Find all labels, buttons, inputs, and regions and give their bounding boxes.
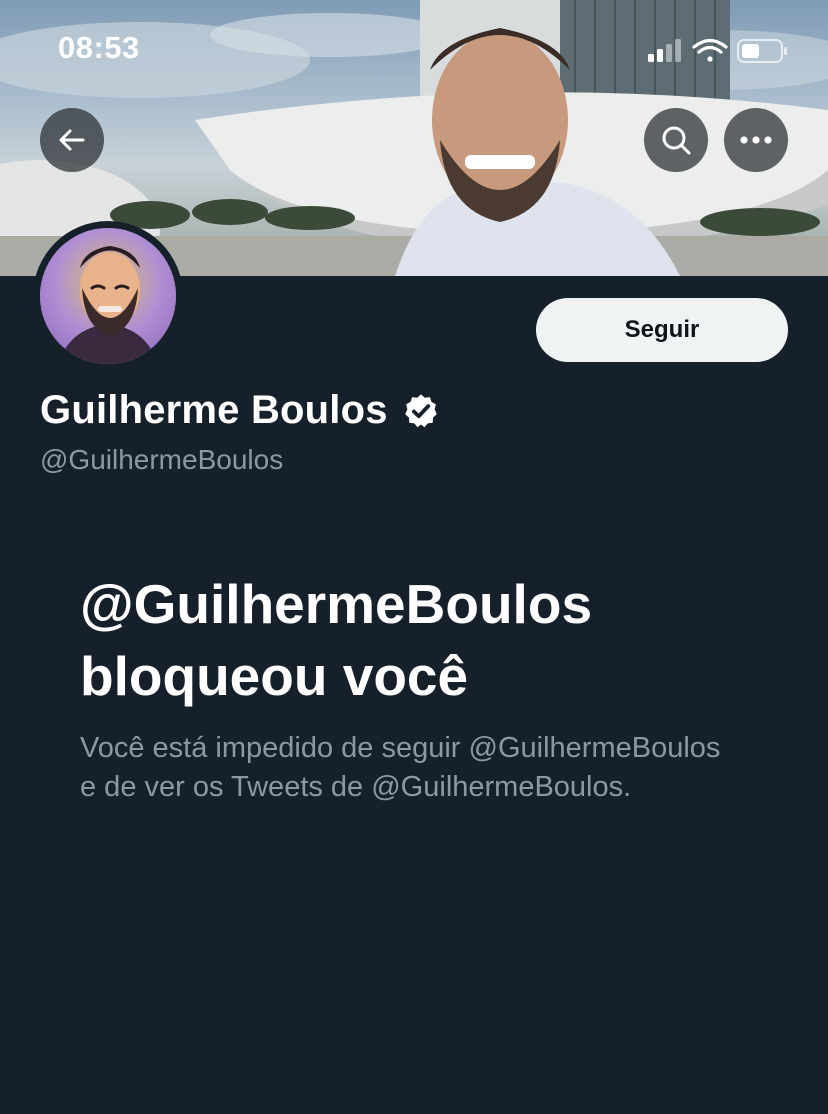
profile-handle: @GuilhermeBoulos [40, 444, 284, 475]
blocked-description: Você está impedido de seguir @GuilhermeB… [80, 732, 721, 803]
battery-icon [737, 39, 787, 63]
display-name: Guilherme Boulos [40, 388, 388, 432]
signal-icon [648, 39, 681, 62]
wifi-icon [692, 38, 728, 62]
avatar-frame[interactable] [33, 221, 183, 371]
profile-name-row: Guilherme Boulos [40, 388, 440, 433]
blocked-title-line1: @GuilhermeBoulos [80, 573, 593, 635]
arrow-left-icon [59, 129, 85, 151]
more-button[interactable] [724, 108, 788, 172]
follow-button[interactable]: Seguir [536, 298, 788, 362]
more-horizontal-icon [740, 136, 772, 144]
blocked-title: @GuilhermeBoulos bloqueou você [80, 568, 780, 712]
avatar-illustration [40, 228, 176, 364]
status-bar: 08:53 [0, 0, 828, 100]
status-time: 08:53 [58, 30, 140, 65]
blocked-title-line2: bloqueou você [80, 645, 469, 707]
verified-badge-icon[interactable] [402, 392, 440, 430]
search-icon [662, 126, 691, 155]
search-button[interactable] [644, 108, 708, 172]
back-button[interactable] [40, 108, 104, 172]
status-icons [648, 38, 787, 63]
avatar[interactable] [40, 228, 176, 364]
